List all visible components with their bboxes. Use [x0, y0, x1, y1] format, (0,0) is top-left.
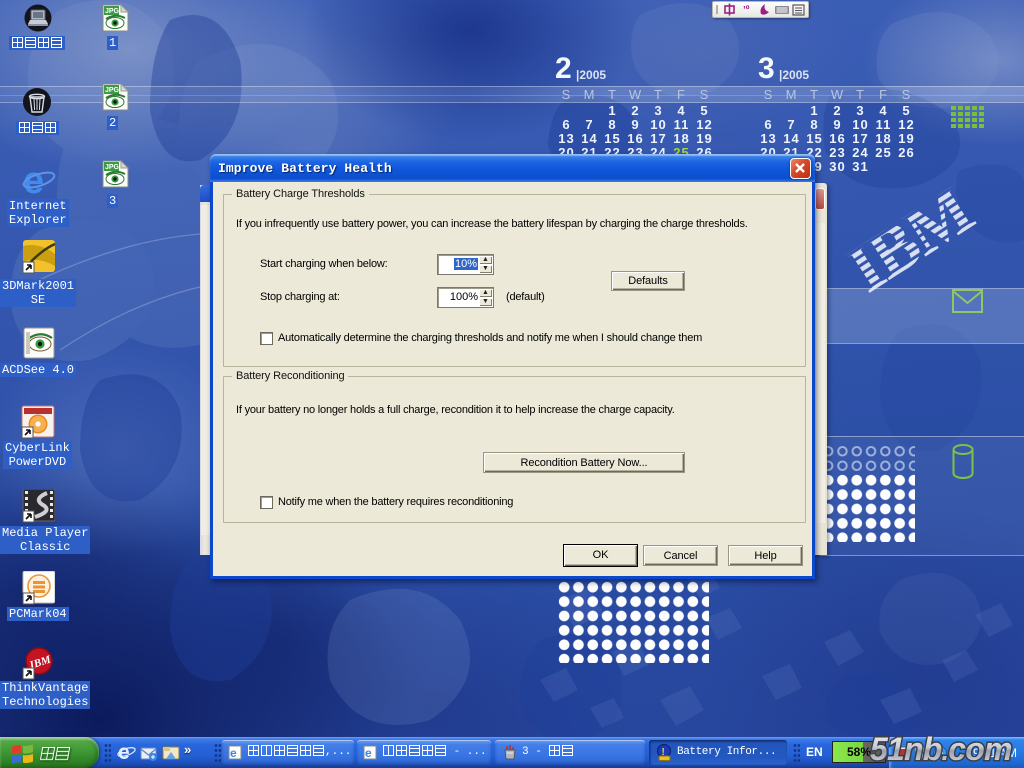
svg-text:e: e [118, 742, 130, 763]
svg-text:JPG: JPG [105, 87, 120, 94]
svg-text:JPG: JPG [105, 164, 120, 171]
svg-text:’º: ’º [743, 5, 750, 16]
svg-text:51nb.com: 51nb.com [870, 731, 1012, 767]
svg-text:e: e [365, 746, 372, 760]
svg-text:e: e [230, 746, 237, 760]
svg-text:JPG: JPG [105, 8, 120, 15]
